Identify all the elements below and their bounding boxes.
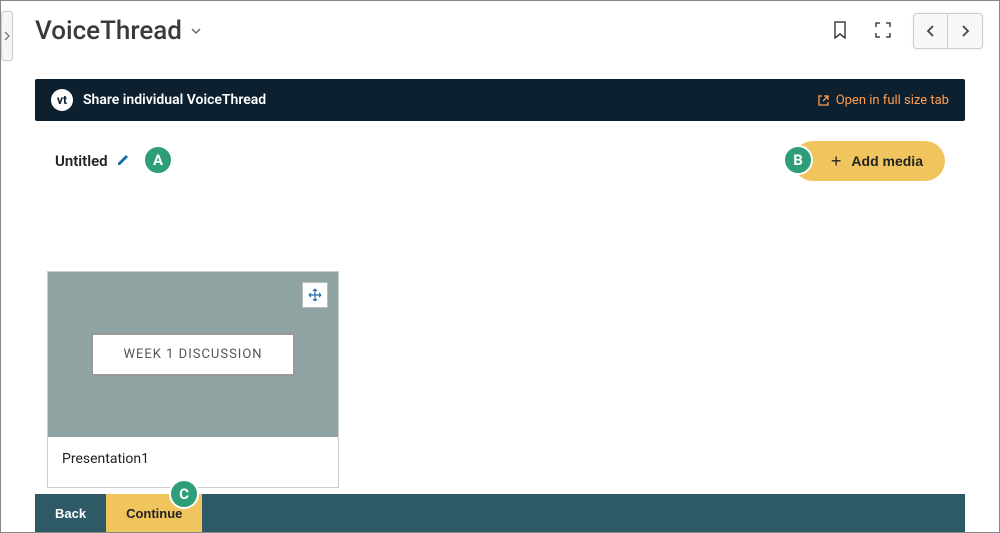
- share-label: Share individual VoiceThread: [83, 92, 266, 108]
- annotation-marker-a: A: [143, 145, 173, 175]
- move-handle[interactable]: [302, 282, 328, 308]
- annotation-marker-b: B: [783, 145, 813, 175]
- media-thumbnail: WEEK 1 DISCUSSION: [48, 272, 338, 437]
- prev-button[interactable]: [914, 14, 948, 48]
- expand-icon: [875, 22, 891, 38]
- topbar-right: [827, 13, 983, 49]
- chevron-right-icon: [960, 24, 970, 38]
- chevron-right-icon: [4, 31, 10, 41]
- bookmark-icon: [833, 21, 847, 39]
- edit-title-button[interactable]: [116, 153, 130, 170]
- topbar: VoiceThread: [19, 1, 999, 61]
- page-title-dropdown[interactable]: VoiceThread: [35, 16, 202, 46]
- bookmark-button[interactable]: [827, 15, 853, 48]
- move-icon: [308, 288, 322, 302]
- vt-logo-badge: vt: [51, 89, 73, 111]
- media-card[interactable]: WEEK 1 DISCUSSION Presentation1: [47, 271, 339, 488]
- chevron-down-icon: [190, 25, 202, 37]
- media-caption: Presentation1: [48, 437, 338, 487]
- thumbnail-title: WEEK 1 DISCUSSION: [91, 333, 294, 376]
- annotation-marker-c: C: [169, 479, 199, 509]
- back-button[interactable]: Back: [35, 494, 106, 532]
- chevron-left-icon: [926, 24, 936, 38]
- add-media-label: Add media: [851, 153, 923, 169]
- nav-button-group: [913, 13, 983, 49]
- left-collapse-handle[interactable]: [1, 11, 13, 61]
- plus-icon: +: [831, 151, 842, 172]
- page-title: VoiceThread: [35, 16, 182, 46]
- fullscreen-button[interactable]: [869, 16, 897, 47]
- next-button[interactable]: [948, 14, 982, 48]
- open-full-size-label: Open in full size tab: [836, 93, 949, 108]
- external-link-icon: [817, 94, 830, 107]
- document-title: Untitled: [55, 152, 108, 170]
- open-full-size-link[interactable]: Open in full size tab: [817, 93, 949, 108]
- share-header-bar: vt Share individual VoiceThread Open in …: [35, 79, 965, 121]
- add-media-button[interactable]: + Add media: [793, 141, 945, 181]
- pencil-icon: [116, 153, 130, 167]
